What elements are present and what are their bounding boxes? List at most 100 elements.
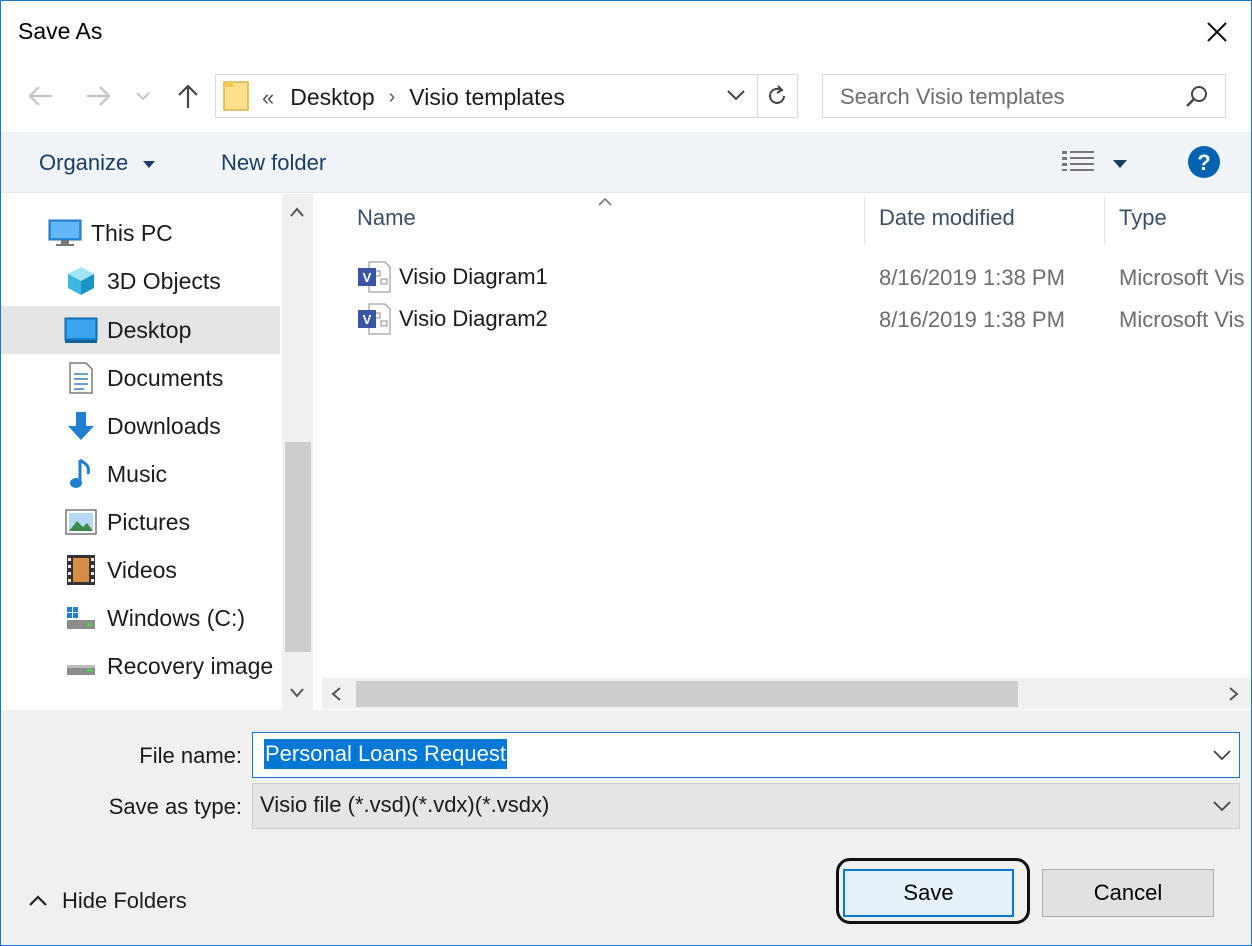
nav-item-label: This PC xyxy=(91,219,173,246)
nav-item-downloads[interactable]: Downloads xyxy=(1,402,280,450)
film-icon xyxy=(63,554,99,586)
save-as-type-value: Visio file (*.vsd)(*.vdx)(*.vsdx) xyxy=(260,792,550,817)
breadcrumb-desktop[interactable]: Desktop xyxy=(290,84,374,111)
visio-file-icon: V xyxy=(357,261,391,293)
chevron-down-icon xyxy=(1213,750,1231,761)
scroll-right-button[interactable] xyxy=(1228,686,1240,707)
back-button[interactable] xyxy=(23,79,57,113)
details-view-icon xyxy=(1062,151,1094,171)
chevron-down-icon xyxy=(1213,801,1231,812)
new-folder-button[interactable]: New folder xyxy=(221,150,326,176)
cancel-button[interactable]: Cancel xyxy=(1042,869,1214,917)
nav-item-music[interactable]: Music xyxy=(1,450,280,498)
nav-item-label: Desktop xyxy=(107,316,192,343)
column-header-type[interactable]: Type xyxy=(1119,205,1167,231)
music-note-icon xyxy=(63,458,99,490)
scroll-down-button[interactable] xyxy=(289,686,305,704)
nav-item-label: Pictures xyxy=(107,508,191,535)
chevron-down-icon xyxy=(727,90,745,101)
refresh-icon xyxy=(769,85,785,104)
file-type: Microsoft Vis xyxy=(1119,307,1245,332)
breadcrumb-visio-templates[interactable]: Visio templates xyxy=(409,84,565,111)
forward-button[interactable] xyxy=(82,79,116,113)
forward-arrow-icon xyxy=(87,86,111,106)
column-divider[interactable] xyxy=(864,196,865,244)
change-view-button[interactable] xyxy=(1062,150,1096,177)
recent-locations-button[interactable] xyxy=(131,79,155,113)
nav-item-3d-objects[interactable]: 3D Objects xyxy=(1,257,280,305)
file-name-label: File name: xyxy=(139,743,242,768)
column-header-name[interactable]: Name xyxy=(357,205,416,231)
breadcrumb-overflow[interactable]: « xyxy=(262,85,274,111)
chevron-up-icon xyxy=(29,895,47,906)
file-list-scrollbar-thumb[interactable] xyxy=(356,681,1018,707)
svg-text:V: V xyxy=(363,270,372,285)
nav-item-label: Windows (C:) xyxy=(107,604,246,631)
help-icon: ? xyxy=(1188,146,1220,178)
search-input[interactable]: Search Visio templates xyxy=(840,84,1065,110)
folder-icon xyxy=(223,80,251,117)
nav-item-recovery-image[interactable]: Recovery image xyxy=(1,642,280,690)
svg-text:?: ? xyxy=(1197,150,1210,175)
breadcrumb: « Desktop › Visio templates xyxy=(262,84,565,111)
column-divider[interactable] xyxy=(1104,196,1105,244)
file-row-visio-diagram1[interactable]: V Visio Diagram1 xyxy=(357,257,548,297)
nav-item-windows-c[interactable]: Windows (C:) xyxy=(1,594,280,642)
close-icon xyxy=(1207,22,1227,42)
nav-item-videos[interactable]: Videos xyxy=(1,546,280,594)
sort-ascending-icon xyxy=(597,194,613,212)
nav-item-label: Music xyxy=(107,460,168,487)
file-date: 8/16/2019 1:38 PM xyxy=(879,265,1065,290)
up-arrow-icon xyxy=(178,84,198,108)
hide-folders-label: Hide Folders xyxy=(62,888,187,913)
organize-label: Organize xyxy=(39,150,129,175)
nav-item-label: 3D Objects xyxy=(107,267,221,294)
file-row-visio-diagram2[interactable]: V Visio Diagram2 xyxy=(357,299,548,339)
svg-text:V: V xyxy=(363,312,372,327)
desktop-icon xyxy=(63,314,99,346)
file-name: Visio Diagram2 xyxy=(399,306,548,331)
drive-icon xyxy=(63,650,99,682)
file-date: 8/16/2019 1:38 PM xyxy=(879,307,1065,332)
file-type: Microsoft Vis xyxy=(1119,265,1245,290)
caret-down-icon xyxy=(143,161,156,169)
help-button[interactable]: ? xyxy=(1187,145,1221,184)
organize-button[interactable]: Organize xyxy=(39,150,156,176)
drive-icon xyxy=(63,602,99,634)
search-icon[interactable] xyxy=(1184,84,1210,115)
address-dropdown-button[interactable] xyxy=(726,88,746,107)
nav-item-documents[interactable]: Documents xyxy=(1,354,280,402)
chevron-right-icon xyxy=(1229,687,1239,701)
nav-item-label: Downloads xyxy=(107,412,221,439)
file-name-dropdown[interactable] xyxy=(1212,748,1232,767)
breadcrumb-separator-icon: › xyxy=(388,86,396,108)
up-button[interactable] xyxy=(171,79,205,113)
scroll-left-button[interactable] xyxy=(330,686,342,707)
caret-down-icon xyxy=(1113,160,1127,168)
scroll-up-button[interactable] xyxy=(289,205,305,223)
file-name-value[interactable]: Personal Loans Request xyxy=(264,739,507,769)
visio-file-icon: V xyxy=(357,303,391,335)
computer-icon xyxy=(47,217,83,249)
chevron-left-icon xyxy=(331,687,341,701)
nav-item-this-pc[interactable]: This PC xyxy=(1,209,280,257)
save-as-type-label: Save as type: xyxy=(108,794,242,819)
chevron-down-icon xyxy=(290,688,304,698)
document-icon xyxy=(63,362,99,394)
hide-folders-button[interactable]: Hide Folders xyxy=(28,888,187,914)
view-options-dropdown[interactable] xyxy=(1112,156,1128,174)
nav-item-pictures[interactable]: Pictures xyxy=(1,498,280,546)
column-header-date-modified[interactable]: Date modified xyxy=(879,205,1015,231)
chevron-up-icon xyxy=(290,207,304,217)
window-title: Save As xyxy=(18,18,103,44)
refresh-button[interactable] xyxy=(757,74,798,118)
save-button[interactable]: Save xyxy=(843,869,1014,917)
nav-scrollbar-thumb[interactable] xyxy=(285,442,311,652)
nav-item-label: Recovery image xyxy=(107,652,274,679)
download-arrow-icon xyxy=(63,410,99,442)
file-name: Visio Diagram1 xyxy=(399,264,548,289)
nav-item-desktop[interactable]: Desktop xyxy=(1,306,280,354)
save-as-type-dropdown[interactable] xyxy=(1212,799,1232,818)
close-button[interactable] xyxy=(1196,12,1238,52)
back-arrow-icon xyxy=(28,86,52,106)
